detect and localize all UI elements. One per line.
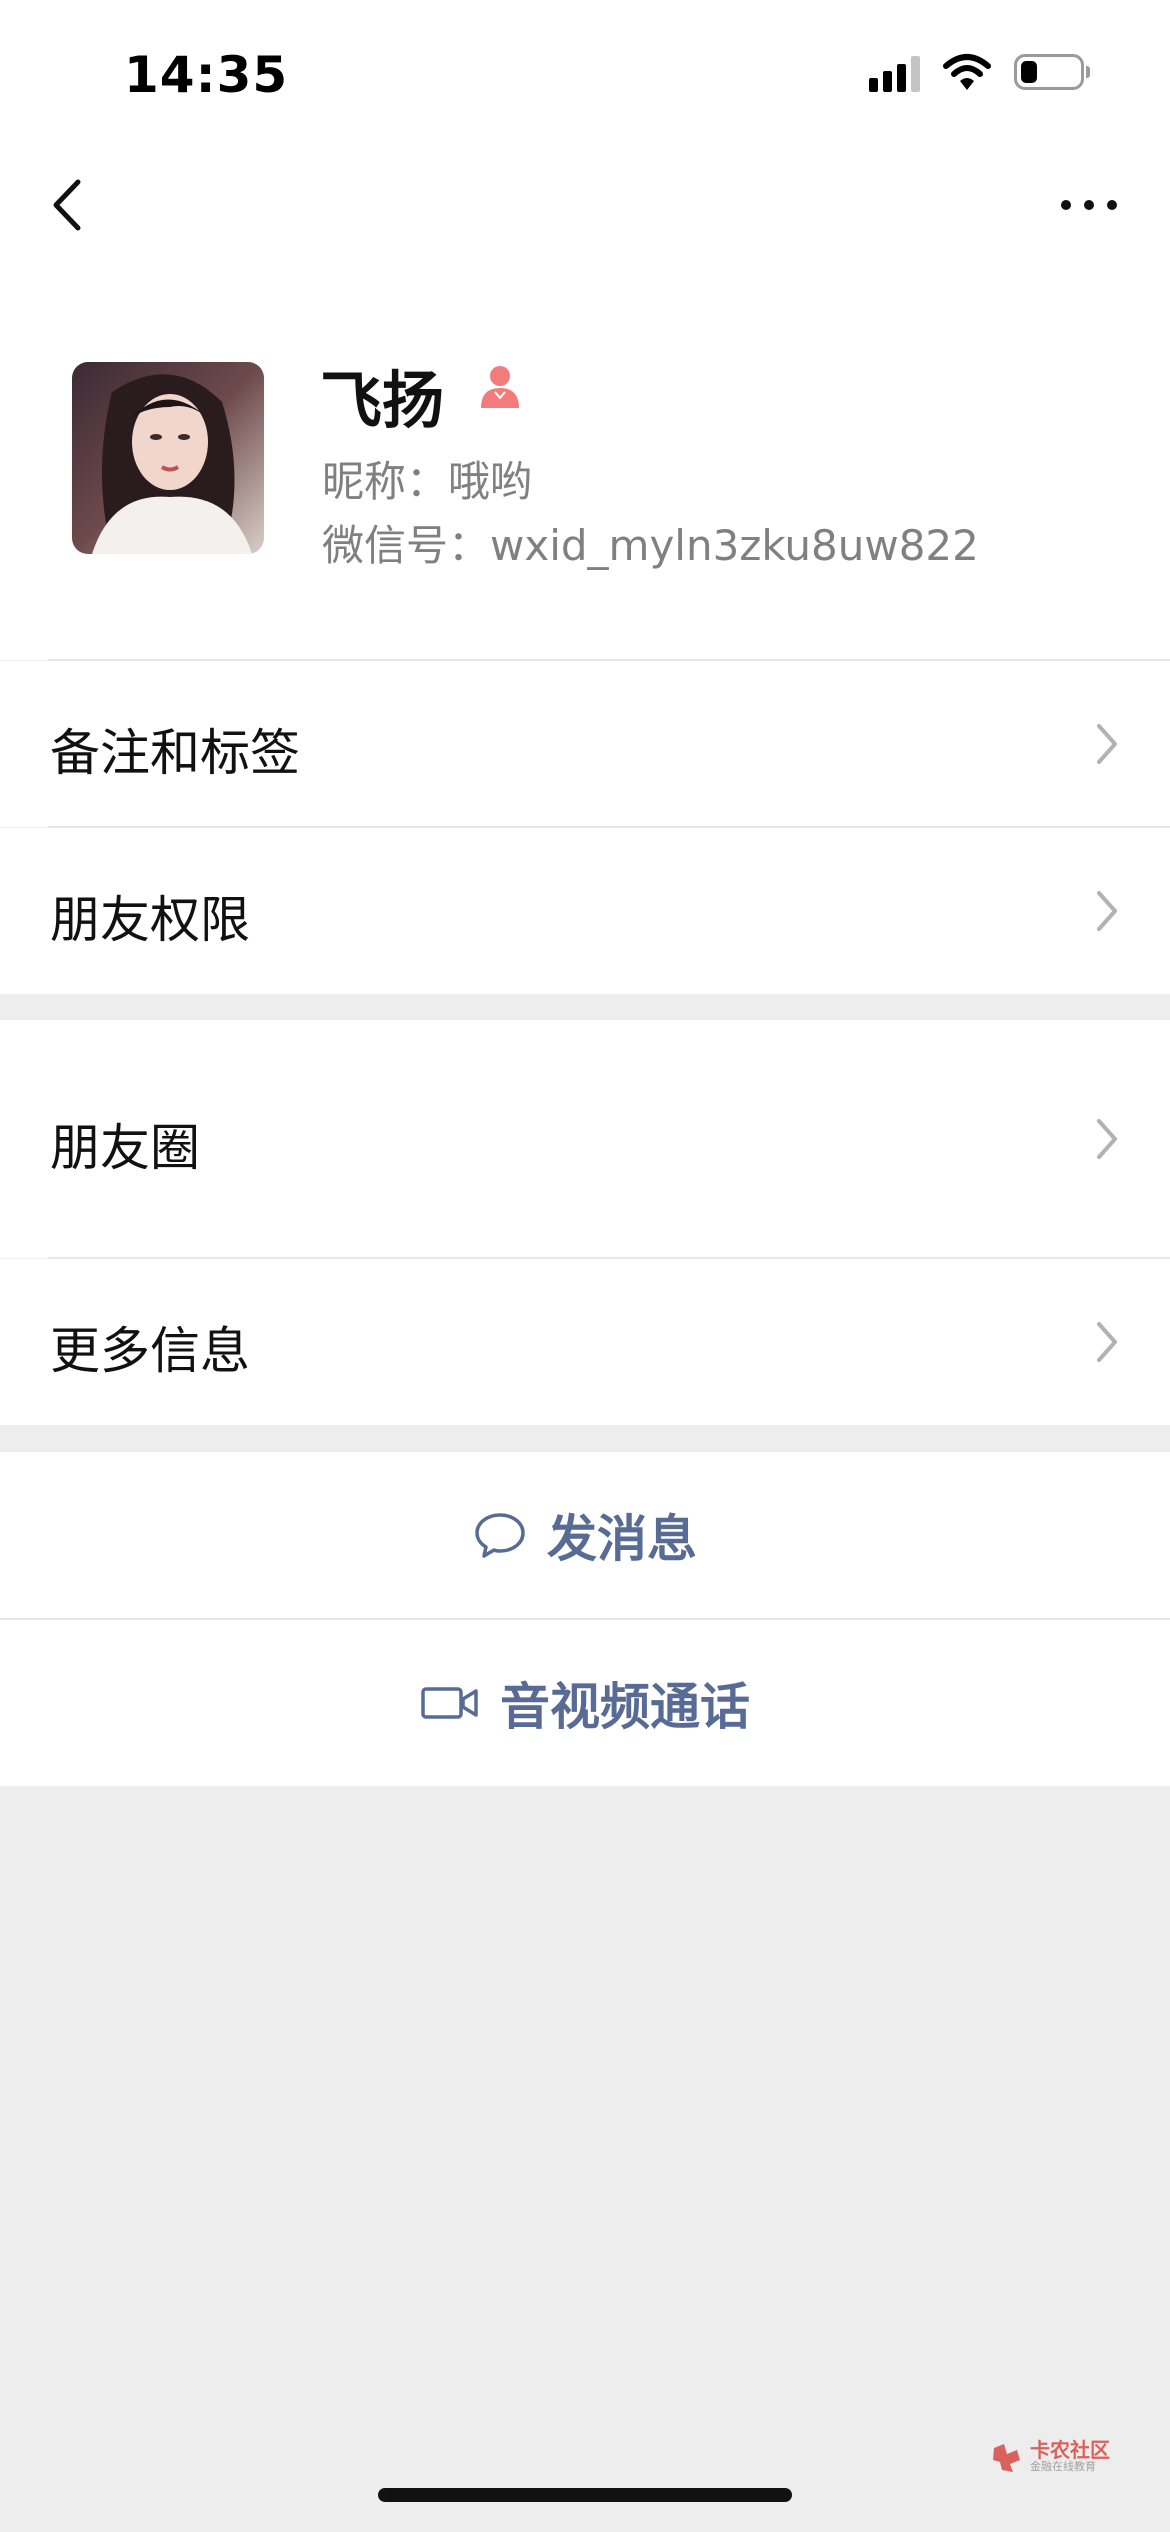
watermark: 卡农社区 金融在线教育 bbox=[990, 2440, 1110, 2474]
status-bar: 14:35 bbox=[0, 0, 1170, 140]
watermark-subtitle: 金融在线教育 bbox=[1030, 2460, 1096, 2474]
video-call-button[interactable]: 音视频通话 bbox=[0, 1620, 1170, 1786]
status-icons bbox=[869, 52, 1090, 92]
contact-name: 飞扬 bbox=[320, 364, 445, 437]
battery-icon bbox=[1014, 54, 1090, 90]
send-message-label: 发消息 bbox=[547, 1510, 697, 1568]
row-friend-permissions[interactable]: 朋友权限 bbox=[0, 828, 1170, 994]
row-remark-tags[interactable]: 备注和标签 bbox=[0, 661, 1170, 827]
status-time: 14:35 bbox=[124, 46, 289, 104]
chevron-right-icon bbox=[1097, 891, 1117, 931]
chevron-right-icon bbox=[1097, 1322, 1117, 1362]
wifi-icon bbox=[943, 54, 991, 90]
avatar[interactable] bbox=[72, 362, 264, 554]
row-label-more-info: 更多信息 bbox=[50, 1322, 250, 1380]
row-label-friend-permissions: 朋友权限 bbox=[50, 891, 250, 949]
nav-bar bbox=[0, 140, 1170, 270]
nickname: 昵称：哦哟 bbox=[322, 457, 533, 506]
cellular-signal-icon bbox=[869, 52, 920, 92]
battery-fill bbox=[1021, 61, 1037, 83]
row-label-remark-tags: 备注和标签 bbox=[50, 724, 300, 782]
watermark-title: 卡农社区 bbox=[1030, 2438, 1110, 2463]
chat-bubble-icon bbox=[475, 1513, 525, 1558]
chevron-right-icon bbox=[1097, 1119, 1117, 1159]
video-call-label: 音视频通话 bbox=[500, 1678, 750, 1736]
row-label-moments: 朋友圈 bbox=[50, 1119, 200, 1177]
more-dots-icon[interactable] bbox=[1054, 180, 1124, 230]
video-camera-icon bbox=[421, 1687, 478, 1719]
watermark-logo-icon bbox=[993, 2444, 1020, 2472]
home-indicator[interactable] bbox=[378, 2488, 792, 2502]
wechat-id: 微信号：wxid_myln3zku8uw822 bbox=[322, 521, 979, 570]
chevron-left-icon[interactable] bbox=[40, 170, 100, 240]
female-icon bbox=[481, 366, 519, 408]
chevron-right-icon bbox=[1097, 724, 1117, 764]
send-message-button[interactable]: 发消息 bbox=[0, 1452, 1170, 1618]
row-moments[interactable]: 朋友圈 bbox=[0, 1020, 1170, 1258]
row-more-info[interactable]: 更多信息 bbox=[0, 1259, 1170, 1425]
